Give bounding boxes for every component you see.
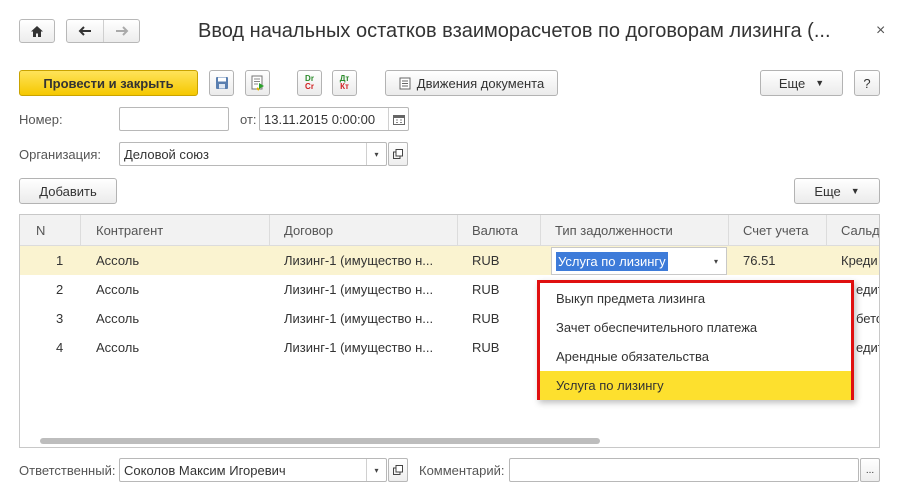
- dt-bottom: Cr: [305, 82, 314, 91]
- cell-n: 1: [56, 253, 64, 268]
- document-movements-label: Движения документа: [416, 75, 545, 91]
- date-from-label: от:: [240, 112, 257, 127]
- organization-dropdown-button[interactable]: ▾: [366, 143, 386, 165]
- organization-open-button[interactable]: [388, 142, 408, 166]
- cell-n: 4: [56, 340, 64, 355]
- responsible-value: Соколов Максим Игоревич: [124, 462, 286, 478]
- arrow-left-icon: [78, 26, 92, 36]
- cell-counterparty: Ассоль: [96, 253, 140, 268]
- add-row-button[interactable]: Добавить: [19, 178, 117, 204]
- post-and-close-button[interactable]: Провести и закрыть: [19, 70, 198, 96]
- column-counterparty[interactable]: Контрагент: [96, 215, 163, 245]
- column-contract[interactable]: Договор: [284, 215, 333, 245]
- date-value: 13.11.2015 0:00:00: [264, 111, 376, 127]
- cell-counterparty: Ассоль: [96, 340, 140, 355]
- cell-n: 3: [56, 311, 64, 326]
- document-movements-icon: [399, 77, 411, 90]
- cell-contract: Лизинг-1 (имущество н...: [284, 311, 434, 326]
- comment-field[interactable]: [509, 458, 859, 482]
- floppy-disk-icon: [215, 76, 229, 90]
- more-button[interactable]: Еще ▼: [760, 70, 843, 96]
- responsible-label: Ответственный:: [19, 463, 116, 478]
- cell-currency: RUB: [472, 253, 500, 268]
- table-more-button[interactable]: Еще ▼: [794, 178, 880, 204]
- debt-type-dropdown-button[interactable]: ▾: [706, 248, 726, 274]
- debt-type-editor[interactable]: Услуга по лизингу ▾: [551, 247, 727, 275]
- cell-currency: RUB: [472, 282, 500, 297]
- back-button[interactable]: [67, 20, 103, 42]
- table-header: N Контрагент Договор Валюта Тип задолжен…: [20, 215, 879, 246]
- responsible-field[interactable]: Соколов Максим Игоревич ▾: [119, 458, 387, 482]
- cell-balance: бето: [856, 311, 879, 326]
- table-row[interactable]: 1 Ассоль Лизинг-1 (имущество н... RUB 76…: [20, 246, 879, 275]
- arrow-right-icon: [115, 26, 129, 36]
- ellipsis-icon: ...: [865, 464, 875, 476]
- number-field[interactable]: [119, 107, 229, 131]
- debit-credit-ru-button[interactable]: Дт Кт: [332, 70, 357, 96]
- forward-button[interactable]: [103, 20, 139, 42]
- cell-contract: Лизинг-1 (имущество н...: [284, 253, 434, 268]
- cell-balance: едит: [856, 340, 879, 355]
- column-n[interactable]: N: [36, 215, 45, 245]
- organization-field[interactable]: Деловой союз ▾: [119, 142, 387, 166]
- add-row-label: Добавить: [39, 183, 97, 199]
- debt-type-dropdown-list: Выкуп предмета лизинга Зачет обеспечител…: [537, 280, 854, 400]
- debit-credit-ru-icon: Дт Кт: [340, 75, 350, 91]
- home-icon: [30, 25, 44, 38]
- cell-contract: Лизинг-1 (имущество н...: [284, 340, 434, 355]
- debit-credit-icon: Dr Cr: [305, 75, 314, 91]
- cell-counterparty: Ассоль: [96, 282, 140, 297]
- column-balance[interactable]: Сальд: [841, 215, 879, 245]
- cell-balance: Креди: [841, 253, 878, 268]
- dropdown-option[interactable]: Арендные обязательства: [540, 342, 851, 371]
- save-button[interactable]: [209, 70, 234, 96]
- date-field[interactable]: 13.11.2015 0:00:00: [259, 107, 409, 131]
- column-account[interactable]: Счет учета: [743, 215, 809, 245]
- dropdown-option[interactable]: Зачет обеспечительного платежа: [540, 313, 851, 342]
- help-label: ?: [863, 75, 871, 91]
- dt2-bottom: Кт: [340, 82, 349, 91]
- organization-label: Организация:: [19, 147, 102, 162]
- debt-type-editor-value[interactable]: Услуга по лизингу: [556, 252, 668, 271]
- scrollbar-thumb[interactable]: [40, 438, 600, 444]
- table-more-label: Еще: [814, 183, 841, 199]
- open-object-icon: [393, 465, 403, 475]
- horizontal-scrollbar[interactable]: [20, 435, 879, 447]
- dropdown-option[interactable]: Выкуп предмета лизинга: [540, 284, 851, 313]
- window-title: Ввод начальных остатков взаиморасчетов п…: [198, 20, 831, 42]
- cell-contract: Лизинг-1 (имущество н...: [284, 282, 434, 297]
- cell-counterparty: Ассоль: [96, 311, 140, 326]
- open-object-icon: [393, 149, 403, 159]
- calendar-button[interactable]: [388, 108, 408, 130]
- document-movements-button[interactable]: Движения документа: [385, 70, 558, 96]
- help-button[interactable]: ?: [854, 70, 880, 96]
- column-currency[interactable]: Валюта: [472, 215, 518, 245]
- more-label: Еще: [778, 75, 806, 91]
- post-and-close-label: Провести и закрыть: [43, 75, 174, 91]
- comment-expand-button[interactable]: ...: [860, 458, 880, 482]
- cell-account: 76.51: [743, 253, 776, 268]
- comment-label: Комментарий:: [419, 463, 505, 478]
- close-icon[interactable]: ×: [876, 22, 885, 40]
- home-button[interactable]: [19, 19, 55, 43]
- cell-n: 2: [56, 282, 64, 297]
- post-document-button[interactable]: [245, 70, 270, 96]
- dropdown-option-selected[interactable]: Услуга по лизингу: [540, 371, 851, 400]
- responsible-dropdown-button[interactable]: ▾: [366, 459, 386, 481]
- column-debt-type[interactable]: Тип задолженности: [555, 215, 673, 245]
- cell-balance: едит: [856, 282, 879, 297]
- caret-down-icon: ▼: [815, 78, 825, 88]
- responsible-open-button[interactable]: [388, 458, 408, 482]
- debit-credit-report-button[interactable]: Dr Cr: [297, 70, 322, 96]
- calendar-icon: [392, 114, 405, 125]
- cell-currency: RUB: [472, 340, 500, 355]
- caret-down-icon: ▼: [850, 186, 860, 196]
- post-document-icon: [250, 75, 265, 91]
- organization-value: Деловой союз: [124, 146, 210, 162]
- cell-currency: RUB: [472, 311, 500, 326]
- history-navigation: [66, 19, 140, 43]
- number-label: Номер:: [19, 112, 63, 127]
